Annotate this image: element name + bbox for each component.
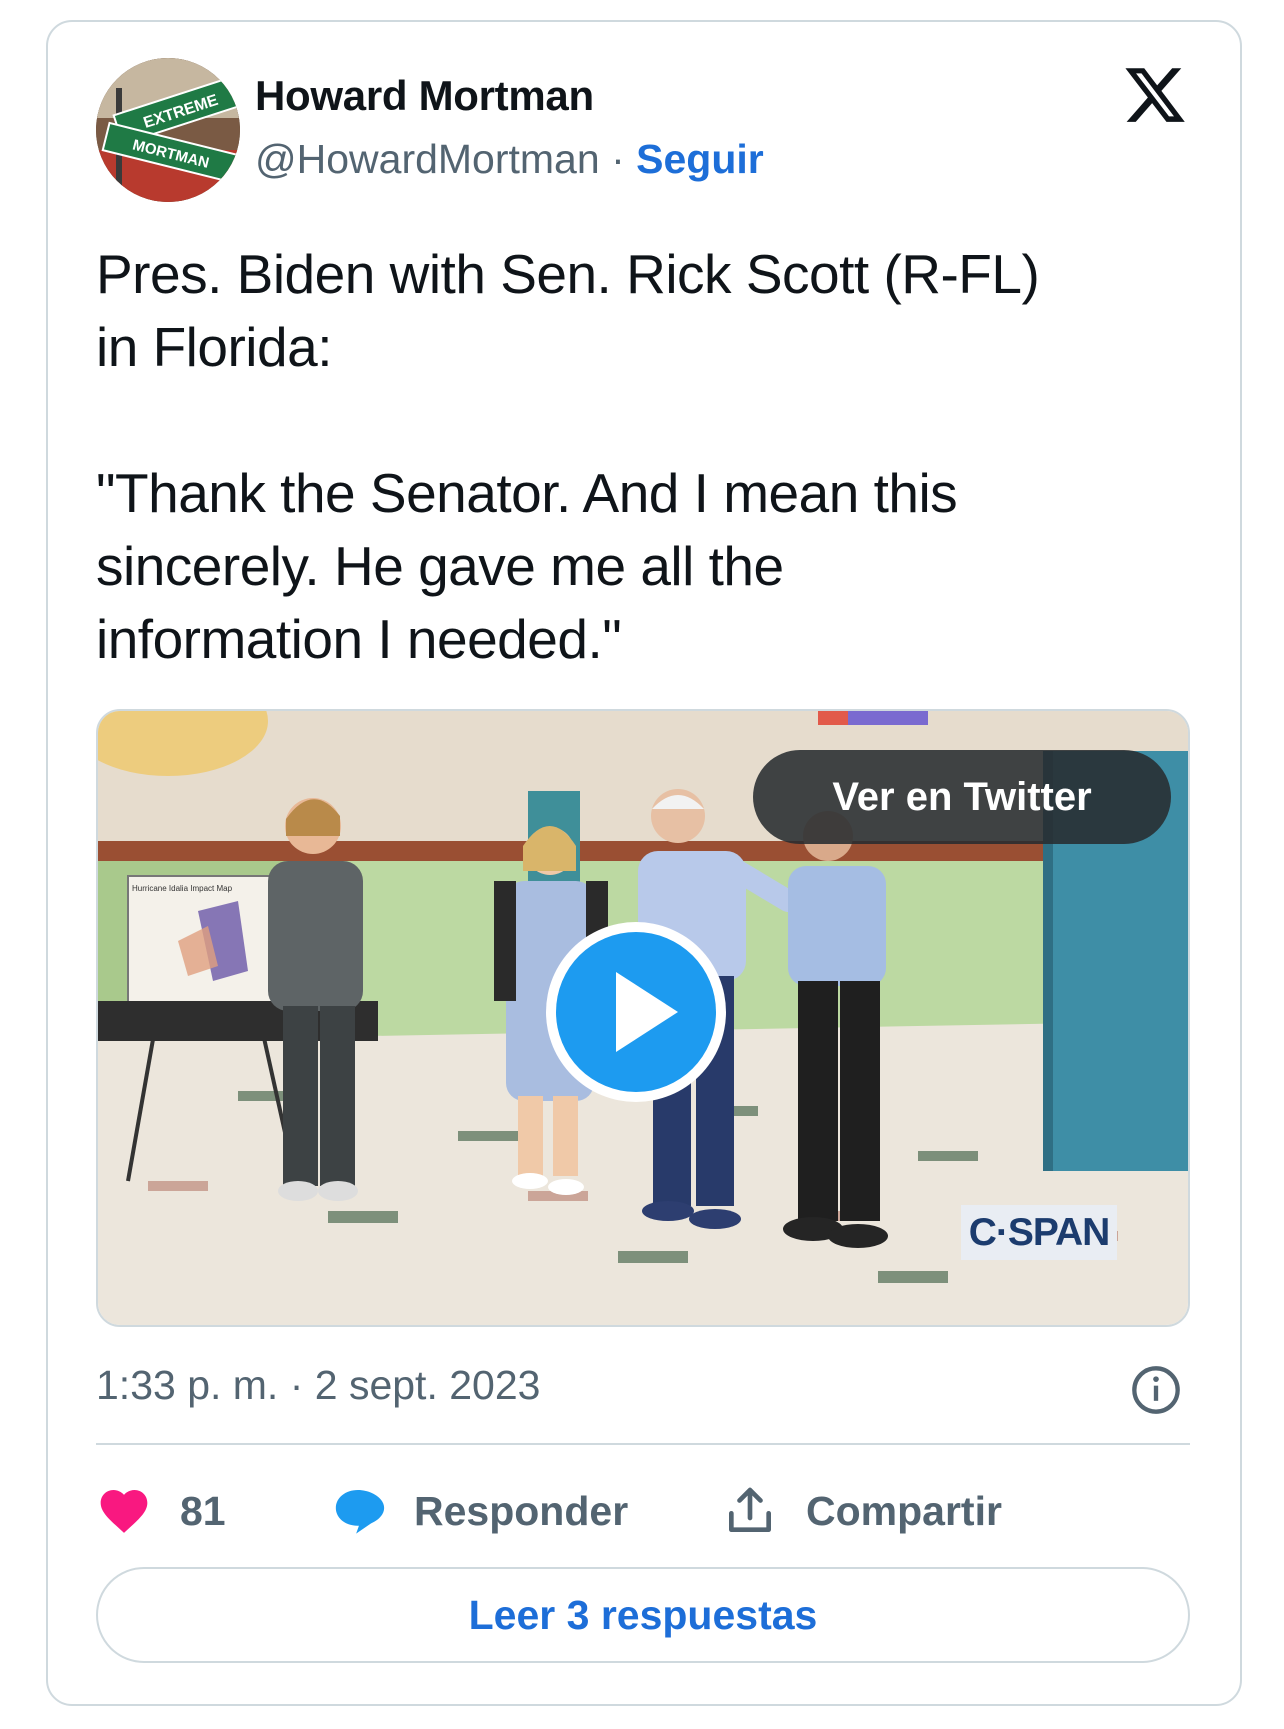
easel-map-title: Hurricane Idalia Impact Map [132, 884, 233, 893]
share-icon [729, 1487, 771, 1532]
heart-icon [100, 1490, 148, 1533]
author-handle-row: @HowardMortman · Seguir [255, 136, 764, 183]
tweet-text: Pres. Biden with Sen. Rick Scott (R-FL) … [96, 243, 1040, 670]
actions-divider [96, 1443, 1190, 1445]
author-avatar[interactable]: EXTREME MORTMAN [96, 58, 240, 202]
cspan-watermark: C·SPAN [961, 1205, 1117, 1260]
like-button[interactable]: 81 [96, 1483, 226, 1539]
follow-link[interactable]: Seguir [636, 136, 764, 182]
reply-label: Responder [414, 1487, 629, 1534]
reply-button[interactable]: Responder [330, 1483, 628, 1539]
play-button[interactable] [546, 922, 726, 1102]
author-name[interactable]: Howard Mortman [255, 72, 594, 120]
read-replies-button[interactable]: Leer 3 respuestas [96, 1567, 1190, 1663]
video-player[interactable]: Hurricane Idalia Impact Map Ver en Twitt… [96, 709, 1190, 1327]
avatar-image: EXTREME MORTMAN [96, 58, 240, 202]
share-label: Compartir [806, 1487, 1002, 1534]
reply-bubble-icon [335, 1490, 385, 1534]
x-logo-icon[interactable] [1122, 62, 1188, 128]
author-handle[interactable]: @HowardMortman [255, 136, 600, 182]
play-button-fill [556, 932, 716, 1092]
share-button[interactable]: Compartir [722, 1483, 1002, 1539]
separator-dot: · [611, 136, 625, 182]
view-on-twitter-button[interactable]: Ver en Twitter [753, 750, 1171, 844]
info-icon[interactable] [1130, 1364, 1182, 1416]
play-icon [616, 972, 678, 1052]
like-count: 81 [180, 1487, 226, 1534]
tweet-timestamp[interactable]: 1:33 p. m. · 2 sept. 2023 [96, 1362, 540, 1409]
